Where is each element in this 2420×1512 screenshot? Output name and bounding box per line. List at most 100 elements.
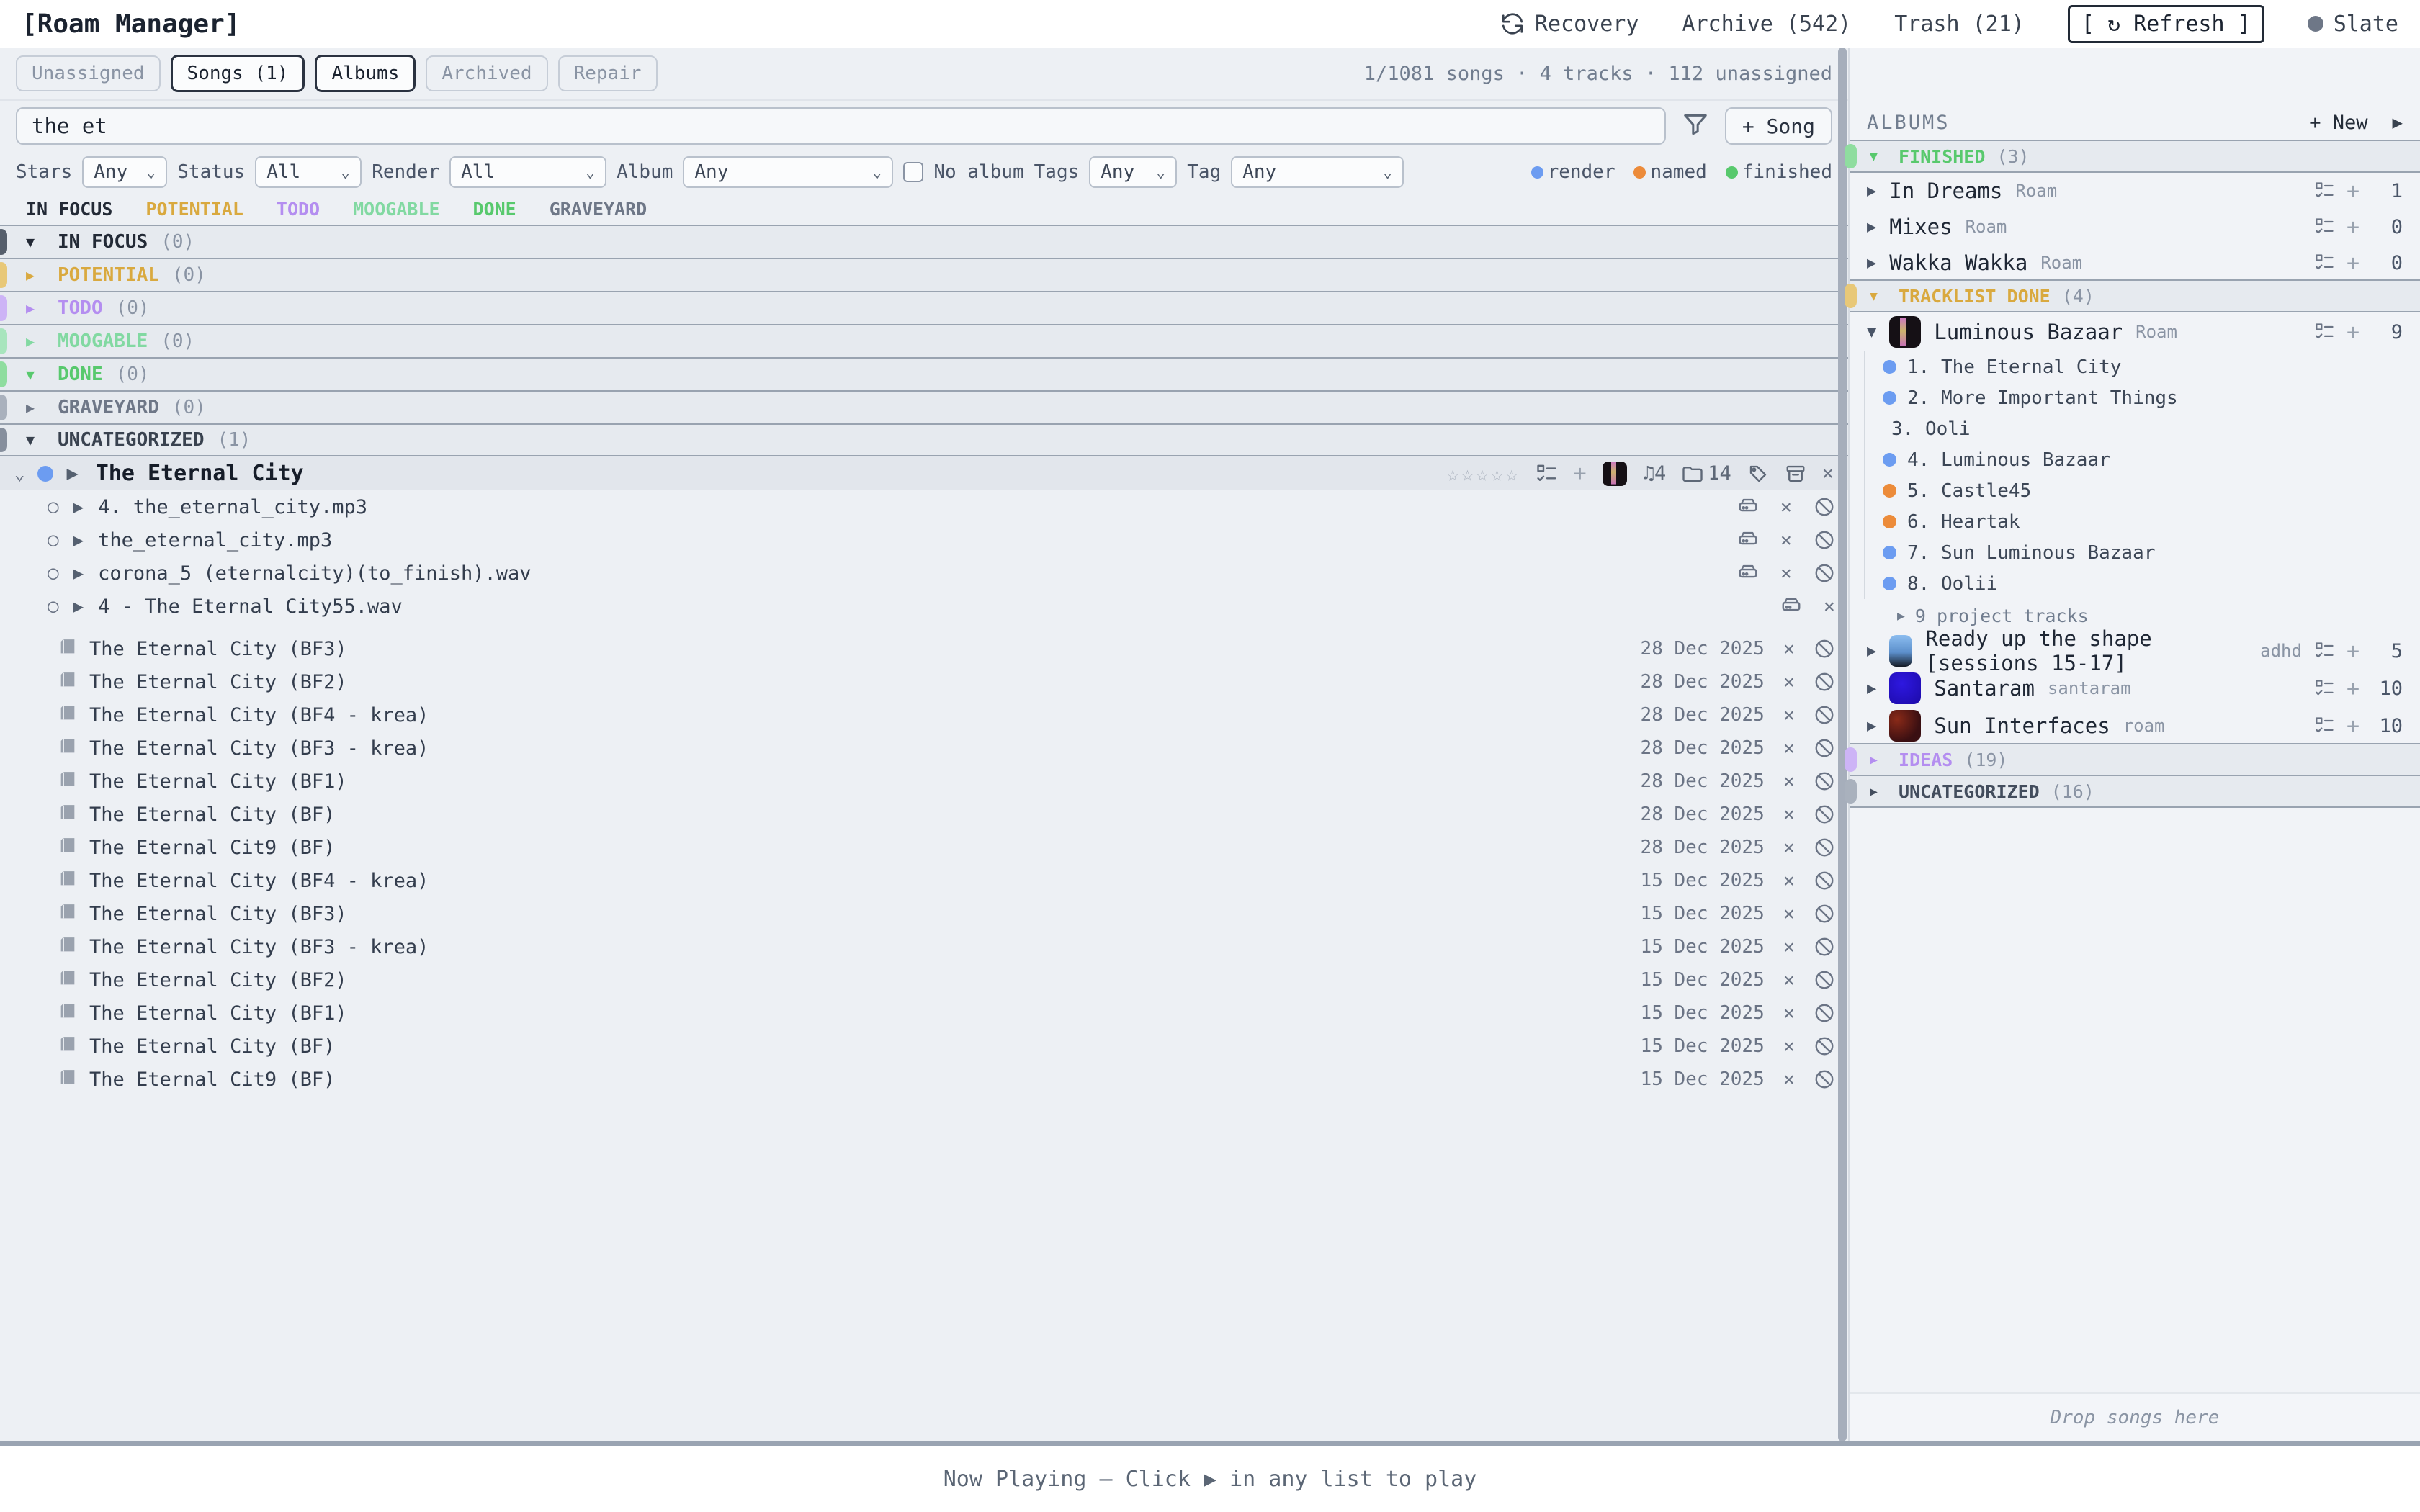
add-icon[interactable]: + — [2347, 320, 2360, 345]
remove-icon[interactable]: × — [1783, 770, 1795, 793]
file-row[interactable]: ○▶ the_eternal_city.mp3 × — [0, 523, 1848, 557]
track-item[interactable]: 2. More Important Things — [1865, 382, 2420, 413]
file-row[interactable]: ○▶ 4. the_eternal_city.mp3 × — [0, 490, 1848, 523]
tracklist-icon[interactable] — [2315, 322, 2335, 342]
ban-icon[interactable] — [1814, 638, 1835, 660]
section-moogable[interactable]: ▶MOOGABLE(0) — [0, 324, 1848, 357]
albums-group-ideas[interactable]: ▶IDEAS(19) — [1850, 743, 2420, 776]
remove-icon[interactable]: × — [1783, 804, 1795, 826]
radio-circle-icon[interactable]: ○ — [48, 496, 59, 518]
vertical-scrollbar[interactable] — [1838, 48, 1847, 1441]
tab-repair[interactable]: Repair — [558, 55, 658, 91]
play-icon[interactable]: ▶ — [73, 530, 84, 550]
add-song-button[interactable]: + Song — [1725, 107, 1832, 145]
albums-group-uncategorized[interactable]: ▶UNCATEGORIZED(16) — [1850, 775, 2420, 808]
add-icon[interactable]: + — [2347, 179, 2360, 204]
version-row[interactable]: The Eternal City (BF3)28 Dec 2025× — [0, 632, 1848, 665]
status-tab-moogable[interactable]: MOOGABLE — [353, 199, 439, 220]
track-item[interactable]: 4. Luminous Bazaar — [1865, 444, 2420, 475]
ban-icon[interactable] — [1814, 837, 1835, 858]
album-row[interactable]: ▶ Santaram santaram +10 — [1850, 670, 2420, 707]
tab-unassigned[interactable]: Unassigned — [16, 55, 161, 91]
tag-icon[interactable] — [1747, 463, 1769, 485]
album-row-luminous[interactable]: ▼ Luminous Bazaar Roam +9 — [1850, 312, 2420, 351]
remove-icon[interactable]: × — [1783, 671, 1795, 693]
remove-icon[interactable]: × — [1783, 837, 1795, 859]
radio-circle-icon[interactable]: ○ — [48, 595, 59, 617]
tracklist-icon[interactable] — [2315, 641, 2335, 661]
refresh-button[interactable]: [ ↻ Refresh ] — [2068, 5, 2264, 43]
version-row[interactable]: The Eternal City (BF3 - krea)15 Dec 2025… — [0, 930, 1848, 963]
drive-icon[interactable] — [1737, 529, 1759, 551]
section-in-focus[interactable]: ▼IN FOCUS(0) — [0, 225, 1848, 258]
expand-chevron-icon[interactable]: ▶ — [1867, 182, 1876, 200]
remove-icon[interactable]: × — [1783, 1002, 1795, 1025]
remove-icon[interactable]: × — [1783, 969, 1795, 991]
status-tab-potential[interactable]: POTENTIAL — [145, 199, 243, 220]
version-row[interactable]: The Eternal City (BF3)15 Dec 2025× — [0, 897, 1848, 930]
status-tab-graveyard[interactable]: GRAVEYARD — [550, 199, 647, 220]
section-graveyard[interactable]: ▶GRAVEYARD(0) — [0, 390, 1848, 423]
albums-group-finished[interactable]: ▼FINISHED(3) — [1850, 140, 2420, 173]
render-select[interactable]: All⌄ — [449, 156, 606, 188]
collapse-chevron-icon[interactable]: ⌄ — [14, 464, 24, 484]
tracklist-icon[interactable] — [2315, 217, 2335, 237]
version-row[interactable]: The Eternal City (BF)15 Dec 2025× — [0, 1030, 1848, 1063]
tracklist-icon[interactable] — [1536, 463, 1558, 485]
play-icon[interactable]: ▶ — [66, 462, 78, 485]
track-item[interactable]: 1. The Eternal City — [1865, 351, 2420, 382]
add-icon[interactable]: + — [2347, 639, 2360, 664]
stars-select[interactable]: Any⌄ — [82, 156, 167, 188]
remove-icon[interactable]: × — [1783, 870, 1795, 892]
add-icon[interactable]: + — [2347, 251, 2360, 276]
file-row[interactable]: ○▶ 4 - The Eternal City55.wav × — [0, 590, 1848, 623]
album-row[interactable]: ▶ Mixes Roam +0 — [1850, 209, 2420, 245]
expand-chevron-icon[interactable]: ▶ — [1867, 218, 1876, 236]
ban-icon[interactable] — [1814, 770, 1835, 792]
track-item[interactable]: 5. Castle45 — [1865, 475, 2420, 506]
radio-circle-icon[interactable]: ○ — [48, 529, 59, 551]
add-to-list-icon[interactable]: + — [1574, 461, 1587, 486]
remove-icon[interactable]: × — [1783, 1068, 1795, 1091]
version-row[interactable]: The Eternal City (BF)28 Dec 2025× — [0, 798, 1848, 831]
star-rating[interactable]: ☆☆☆☆☆ — [1446, 462, 1520, 486]
drive-icon[interactable] — [1737, 562, 1759, 584]
play-icon[interactable]: ▶ — [2393, 112, 2403, 132]
albums-group-tracklist-done[interactable]: ▼TRACKLIST DONE(4) — [1850, 279, 2420, 312]
version-row[interactable]: The Eternal Cit9 (BF)15 Dec 2025× — [0, 1063, 1848, 1096]
remove-icon[interactable]: × — [1783, 936, 1795, 958]
new-album-button[interactable]: + New — [2309, 112, 2367, 134]
play-icon[interactable]: ▶ — [73, 563, 84, 583]
album-row[interactable]: ▶ In Dreams Roam +1 — [1850, 173, 2420, 209]
remove-icon[interactable]: × — [1824, 595, 1835, 618]
track-item[interactable]: 7. Sun Luminous Bazaar — [1865, 537, 2420, 568]
version-row[interactable]: The Eternal City (BF2)15 Dec 2025× — [0, 963, 1848, 996]
drive-icon[interactable] — [1737, 496, 1759, 518]
ban-icon[interactable] — [1814, 496, 1835, 518]
album-art-thumbnail[interactable] — [1603, 462, 1627, 486]
ban-icon[interactable] — [1814, 870, 1835, 891]
recovery-button[interactable]: Recovery — [1500, 12, 1639, 37]
tag-select[interactable]: Any⌄ — [1231, 156, 1404, 188]
version-row[interactable]: The Eternal Cit9 (BF)28 Dec 2025× — [0, 831, 1848, 864]
ban-icon[interactable] — [1814, 737, 1835, 759]
remove-icon[interactable]: × — [1783, 1035, 1795, 1058]
ban-icon[interactable] — [1814, 903, 1835, 924]
status-tab-in-focus[interactable]: IN FOCUS — [26, 199, 112, 220]
ban-icon[interactable] — [1814, 529, 1835, 551]
status-select[interactable]: All⌄ — [255, 156, 362, 188]
version-row[interactable]: The Eternal City (BF4 - krea)28 Dec 2025… — [0, 698, 1848, 732]
tracklist-icon[interactable] — [2315, 678, 2335, 698]
version-row[interactable]: The Eternal City (BF1)28 Dec 2025× — [0, 765, 1848, 798]
album-row[interactable]: ▶ Wakka Wakka Roam +0 — [1850, 245, 2420, 281]
section-todo[interactable]: ▶TODO(0) — [0, 291, 1848, 324]
play-icon[interactable]: ▶ — [73, 596, 84, 616]
version-row[interactable]: The Eternal City (BF4 - krea)15 Dec 2025… — [0, 864, 1848, 897]
filter-funnel-icon[interactable] — [1682, 111, 1709, 141]
remove-icon[interactable]: × — [1783, 704, 1795, 726]
slate-toggle[interactable]: Slate — [2308, 12, 2398, 37]
ban-icon[interactable] — [1814, 1035, 1835, 1057]
album-row[interactable]: ▶ Sun Interfaces roam +10 — [1850, 707, 2420, 744]
collapse-chevron-icon[interactable]: ▼ — [1867, 323, 1876, 341]
remove-icon[interactable]: × — [1783, 737, 1795, 760]
